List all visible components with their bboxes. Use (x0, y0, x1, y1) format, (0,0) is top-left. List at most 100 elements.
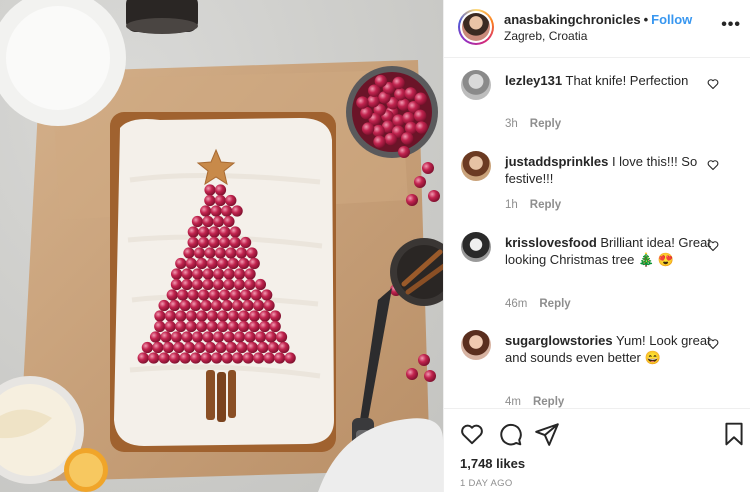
cranberry (215, 341, 227, 354)
cranberry (248, 310, 260, 322)
comment-like-heart-icon[interactable] (707, 78, 719, 90)
cranberry (252, 299, 265, 312)
author-avatar[interactable] (458, 9, 494, 45)
cranberry (232, 352, 244, 364)
comment-like-heart-icon[interactable] (707, 240, 719, 252)
cranberry (361, 122, 375, 135)
reply-button[interactable]: Reply (530, 118, 561, 130)
cranberry (185, 310, 197, 322)
cranberry (356, 96, 369, 109)
comment-avatar[interactable] (461, 330, 491, 360)
comment-text: krisslovesfood Brilliant idea! Great loo… (505, 234, 715, 268)
paper-plane-icon[interactable] (534, 421, 560, 447)
reply-button[interactable]: Reply (539, 298, 570, 310)
comment-time: 1h (505, 199, 518, 211)
cranberry (181, 278, 193, 291)
cranberry (244, 331, 256, 343)
cranberry (194, 341, 206, 354)
cranberry (219, 289, 231, 301)
cranberry (248, 257, 260, 270)
cranberry (229, 289, 241, 301)
post-side-panel: anasbakingchronicles • Follow Zagreb, Croa… (443, 0, 750, 492)
comment-bubble-icon[interactable] (497, 421, 523, 447)
comment-like-heart-icon[interactable] (707, 338, 719, 350)
post-location[interactable]: Zagreb, Croatia (504, 29, 587, 43)
cranberry (196, 257, 208, 270)
heart-outline-icon[interactable] (459, 421, 485, 447)
comment-avatar[interactable] (461, 232, 491, 262)
cranberry (212, 215, 225, 228)
cranberry (214, 194, 226, 207)
cranberry (210, 205, 222, 217)
cake-photo-illustration (0, 0, 443, 492)
cranberry (206, 310, 218, 322)
cranberry (238, 320, 250, 333)
cranberry (160, 331, 172, 343)
cranberry (202, 215, 214, 228)
cranberry (181, 331, 193, 343)
cranberry (263, 352, 275, 364)
comment-avatar[interactable] (461, 151, 491, 181)
cranberry (177, 289, 189, 301)
cranberry (212, 278, 225, 291)
comment-username[interactable]: justaddsprinkles (505, 154, 608, 169)
cranberry (187, 289, 199, 301)
cranberry (154, 310, 166, 322)
cranberry (212, 268, 225, 280)
cranberry (413, 109, 427, 122)
comment-avatar[interactable] (461, 70, 491, 100)
cranberry (233, 331, 246, 343)
comment-like-heart-icon[interactable] (707, 159, 719, 171)
cranberry (269, 310, 281, 322)
cranberry (223, 215, 235, 228)
cranberry (214, 184, 227, 196)
cranberry (204, 341, 216, 354)
comments-list[interactable]: lezley131 That knife! Perfection 3h Reply… (444, 58, 750, 408)
cranberry (154, 320, 166, 333)
follow-button[interactable]: Follow (651, 12, 692, 27)
cranberry (242, 299, 254, 312)
more-options-icon[interactable]: ••• (721, 16, 741, 34)
cranberry (189, 299, 202, 312)
comment-time: 4m (505, 396, 521, 408)
cranberry (208, 289, 220, 301)
cranberry (183, 341, 195, 354)
cranberry (170, 268, 183, 280)
post-timestamp[interactable]: 1 DAY AGO (460, 478, 513, 489)
reply-button[interactable]: Reply (530, 199, 561, 211)
cranberry (240, 236, 252, 249)
cranberry (275, 331, 288, 343)
cranberry (242, 352, 254, 364)
reply-button[interactable]: Reply (533, 396, 564, 408)
cranberry (284, 352, 296, 364)
cranberry (158, 299, 170, 312)
cranberry (202, 278, 214, 291)
cranberry (200, 299, 212, 312)
post-photo[interactable] (0, 0, 443, 492)
cranberry (238, 257, 250, 270)
comment-text: justaddsprinkles I love this!!! So festi… (505, 153, 715, 187)
comment-meta: 4m Reply (505, 396, 564, 408)
comment-time: 46m (505, 298, 528, 310)
cranberry (141, 341, 153, 354)
cranberry (414, 92, 427, 105)
cranberry (238, 310, 250, 322)
cranberry (225, 341, 237, 354)
cranberry (158, 352, 170, 364)
bookmark-icon[interactable] (721, 421, 747, 447)
cranberry (406, 368, 418, 380)
cranberry (204, 194, 216, 207)
comment-username[interactable]: krisslovesfood (505, 235, 597, 250)
cranberry (254, 331, 267, 343)
cranberry (227, 320, 239, 333)
cranberry (191, 278, 204, 291)
comment-username[interactable]: sugarglowstories (505, 333, 613, 348)
comment-username[interactable]: lezley131 (505, 73, 562, 88)
likes-count[interactable]: 1,748 likes (460, 456, 525, 471)
cranberry (259, 310, 271, 322)
author-username[interactable]: anasbakingchronicles (504, 12, 641, 27)
cranberry (235, 247, 248, 259)
cranberry (170, 331, 183, 343)
cranberry (246, 341, 258, 354)
cranberry (231, 205, 243, 217)
